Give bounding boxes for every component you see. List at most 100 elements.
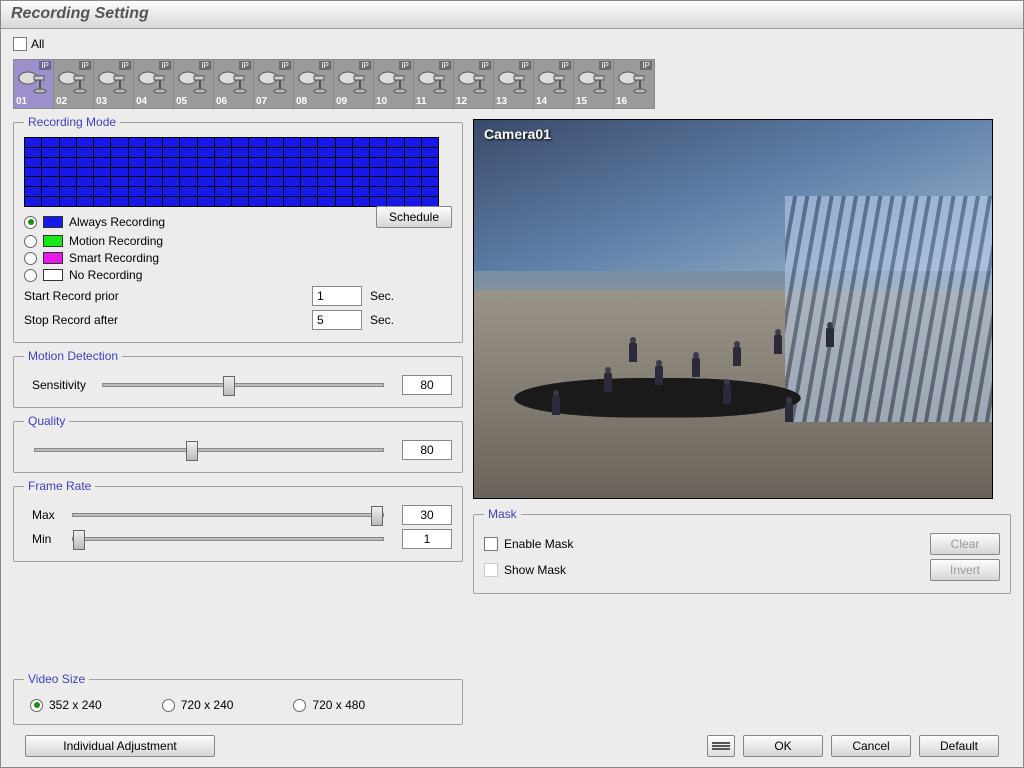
motion-detection-group: Motion Detection Sensitivity 80: [13, 349, 463, 408]
camera-icon: [298, 68, 328, 94]
radio-motion[interactable]: [24, 235, 37, 248]
right-column: Camera01 Mask Enable Mask Clear: [473, 115, 1011, 666]
enable-mask-label: Enable Mask: [504, 537, 573, 551]
max-value: 30: [402, 505, 452, 525]
mask-group: Mask Enable Mask Clear Show Mask: [473, 507, 1011, 594]
all-checkbox[interactable]: [13, 37, 27, 51]
start-prior-input[interactable]: [312, 286, 362, 306]
min-label: Min: [24, 532, 54, 546]
camera-cell-05[interactable]: IP05: [174, 60, 214, 108]
camera-number: 10: [376, 96, 387, 107]
camera-number: 06: [216, 96, 227, 107]
label-none: No Recording: [69, 268, 142, 282]
camera-icon: [138, 68, 168, 94]
camera-cell-14[interactable]: IP14: [534, 60, 574, 108]
video-size-legend: Video Size: [24, 672, 89, 686]
frame-rate-legend: Frame Rate: [24, 479, 95, 493]
recording-mode-legend: Recording Mode: [24, 115, 120, 129]
label-always: Always Recording: [69, 215, 165, 229]
camera-number: 01: [16, 96, 27, 107]
schedule-grid[interactable]: [24, 137, 439, 207]
camera-cell-06[interactable]: IP06: [214, 60, 254, 108]
ok-button[interactable]: OK: [743, 735, 823, 757]
radio-size-b[interactable]: [162, 699, 175, 712]
stop-after-input[interactable]: [312, 310, 362, 330]
schedule-button[interactable]: Schedule: [376, 206, 452, 228]
radio-always[interactable]: [24, 216, 37, 229]
min-value: 1: [402, 529, 452, 549]
camera-icon: [498, 68, 528, 94]
label-size-c: 720 x 480: [312, 698, 365, 712]
mask-legend: Mask: [484, 507, 521, 521]
sensitivity-value: 80: [402, 375, 452, 395]
camera-number: 02: [56, 96, 67, 107]
camera-cell-15[interactable]: IP15: [574, 60, 614, 108]
camera-number: 07: [256, 96, 267, 107]
camera-number: 15: [576, 96, 587, 107]
camera-number: 11: [416, 96, 427, 107]
video-size-group: Video Size 352 x 240 720 x 240 720 x 480: [13, 672, 463, 725]
radio-none[interactable]: [24, 269, 37, 282]
color-none: [43, 269, 63, 281]
camera-cell-09[interactable]: IP09: [334, 60, 374, 108]
recording-mode-group: Recording Mode Always Recording Schedule…: [13, 115, 463, 343]
camera-cell-11[interactable]: IP11: [414, 60, 454, 108]
camera-strip: IP01IP02IP03IP04IP05IP06IP07IP08IP09IP10…: [13, 59, 655, 109]
recording-setting-window: Recording Setting All IP01IP02IP03IP04IP…: [0, 0, 1024, 768]
show-mask-checkbox[interactable]: [484, 563, 498, 577]
label-size-a: 352 x 240: [49, 698, 102, 712]
stop-after-label: Stop Record after: [24, 313, 204, 327]
max-slider[interactable]: [72, 513, 384, 517]
camera-icon: [218, 68, 248, 94]
label-smart: Smart Recording: [69, 251, 159, 265]
enable-mask-checkbox[interactable]: [484, 537, 498, 551]
camera-cell-16[interactable]: IP16: [614, 60, 654, 108]
sensitivity-slider[interactable]: [102, 383, 384, 387]
cancel-button[interactable]: Cancel: [831, 735, 911, 757]
default-button[interactable]: Default: [919, 735, 999, 757]
quality-legend: Quality: [24, 414, 69, 428]
keyboard-icon[interactable]: [707, 735, 735, 757]
radio-size-a[interactable]: [30, 699, 43, 712]
camera-icon: [258, 68, 288, 94]
all-row: All: [13, 37, 1011, 51]
camera-icon: [538, 68, 568, 94]
camera-number: 09: [336, 96, 347, 107]
quality-value: 80: [402, 440, 452, 460]
all-label: All: [31, 37, 44, 51]
window-title: Recording Setting: [1, 1, 1023, 29]
sensitivity-label: Sensitivity: [24, 378, 84, 392]
camera-number: 08: [296, 96, 307, 107]
camera-cell-04[interactable]: IP04: [134, 60, 174, 108]
camera-number: 13: [496, 96, 507, 107]
quality-group: Quality 80: [13, 414, 463, 473]
camera-cell-10[interactable]: IP10: [374, 60, 414, 108]
camera-cell-01[interactable]: IP01: [14, 60, 54, 108]
min-slider[interactable]: [72, 537, 384, 541]
radio-smart[interactable]: [24, 252, 37, 265]
camera-cell-13[interactable]: IP13: [494, 60, 534, 108]
max-label: Max: [24, 508, 54, 522]
frame-rate-group: Frame Rate Max 30 Min 1: [13, 479, 463, 562]
invert-button[interactable]: Invert: [930, 559, 1000, 581]
camera-cell-08[interactable]: IP08: [294, 60, 334, 108]
camera-cell-07[interactable]: IP07: [254, 60, 294, 108]
color-always: [43, 216, 63, 228]
quality-slider[interactable]: [34, 448, 384, 452]
camera-icon: [178, 68, 208, 94]
camera-icon: [98, 68, 128, 94]
radio-size-c[interactable]: [293, 699, 306, 712]
camera-number: 12: [456, 96, 467, 107]
camera-cell-03[interactable]: IP03: [94, 60, 134, 108]
preview-label: Camera01: [484, 126, 551, 142]
camera-icon: [458, 68, 488, 94]
individual-adjustment-button[interactable]: Individual Adjustment: [25, 735, 215, 757]
camera-cell-12[interactable]: IP12: [454, 60, 494, 108]
left-column: Recording Mode Always Recording Schedule…: [13, 115, 463, 666]
camera-cell-02[interactable]: IP02: [54, 60, 94, 108]
content-area: All IP01IP02IP03IP04IP05IP06IP07IP08IP09…: [1, 29, 1023, 767]
main-row: Recording Mode Always Recording Schedule…: [13, 115, 1011, 666]
camera-icon: [338, 68, 368, 94]
clear-button[interactable]: Clear: [930, 533, 1000, 555]
camera-number: 05: [176, 96, 187, 107]
